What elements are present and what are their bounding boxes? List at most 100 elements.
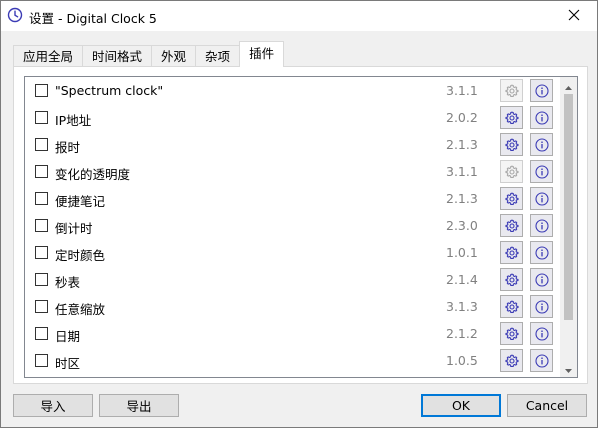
plugin-info-button[interactable] bbox=[530, 214, 553, 237]
plugin-settings-button[interactable] bbox=[500, 268, 523, 291]
plugin-row: 秒表 2.1.4 bbox=[25, 267, 561, 294]
plugin-info-button[interactable] bbox=[530, 79, 553, 102]
plugin-row: 日期 2.1.2 bbox=[25, 321, 561, 348]
plugin-info-button[interactable] bbox=[530, 322, 553, 345]
tab-plugins[interactable]: 插件 bbox=[239, 41, 285, 67]
plugin-info-button[interactable] bbox=[530, 349, 553, 372]
plugin-name: 倒计时 bbox=[55, 221, 93, 236]
scroll-up-button[interactable] bbox=[560, 77, 577, 94]
tab-time-format[interactable]: 时间格式 bbox=[82, 45, 153, 67]
plugin-settings-button[interactable] bbox=[500, 322, 523, 345]
plugin-info-button[interactable] bbox=[530, 160, 553, 183]
plugin-row: 倒计时 2.3.0 bbox=[25, 213, 561, 240]
info-icon bbox=[534, 245, 549, 260]
plugin-row: 报时 2.1.3 bbox=[25, 132, 561, 159]
plugin-version: 2.1.3 bbox=[446, 137, 478, 152]
plugin-row: IP地址 2.0.2 bbox=[25, 105, 561, 132]
plugin-version: 2.3.0 bbox=[446, 218, 478, 233]
plugin-name: 变化的透明度 bbox=[55, 167, 131, 182]
plugin-version: 2.1.4 bbox=[446, 272, 478, 287]
plugin-version: 2.0.2 bbox=[446, 110, 478, 125]
plugin-enable-checkbox[interactable] bbox=[35, 327, 48, 340]
info-icon bbox=[534, 218, 549, 233]
gear-icon bbox=[504, 165, 519, 179]
gear-icon bbox=[504, 354, 519, 368]
plugin-enable-checkbox[interactable] bbox=[35, 219, 48, 232]
arrow-up-icon bbox=[565, 79, 572, 93]
plugin-name: "Spectrum clock" bbox=[55, 83, 164, 98]
plugin-name: 时区 bbox=[55, 356, 81, 371]
tab-strip: 应用全局 时间格式 外观 杂项 插件 bbox=[13, 41, 285, 67]
gear-icon bbox=[504, 273, 519, 287]
info-icon bbox=[534, 137, 549, 152]
plugin-name: 日期 bbox=[55, 329, 81, 344]
plugin-settings-button[interactable] bbox=[500, 106, 523, 129]
plugin-name: 定时颜色 bbox=[55, 248, 106, 263]
plugin-settings-button[interactable] bbox=[500, 295, 523, 318]
plugin-name: 秒表 bbox=[55, 275, 81, 290]
gear-icon bbox=[504, 327, 519, 341]
plugin-version: 2.1.3 bbox=[446, 191, 478, 206]
tab-app-global[interactable]: 应用全局 bbox=[13, 45, 84, 67]
plugin-info-button[interactable] bbox=[530, 295, 553, 318]
ok-button[interactable]: OK bbox=[421, 394, 501, 417]
plugin-settings-button[interactable] bbox=[500, 241, 523, 264]
scroll-down-button[interactable] bbox=[560, 360, 577, 377]
gear-icon bbox=[504, 138, 519, 152]
info-icon bbox=[534, 110, 549, 125]
plugin-info-button[interactable] bbox=[530, 133, 553, 156]
close-button[interactable] bbox=[551, 1, 597, 31]
plugin-settings-button[interactable] bbox=[500, 349, 523, 372]
tab-misc[interactable]: 杂项 bbox=[195, 45, 241, 67]
plugin-version: 1.0.5 bbox=[446, 353, 478, 368]
plugin-enable-checkbox[interactable] bbox=[35, 111, 48, 124]
plugin-settings-button bbox=[500, 160, 523, 183]
settings-window: 设置 - Digital Clock 5 应用全局 时间格式 外观 杂项 插件 … bbox=[0, 0, 598, 428]
plugin-settings-button[interactable] bbox=[500, 187, 523, 210]
plugin-version: 2.1.2 bbox=[446, 326, 478, 341]
info-icon bbox=[534, 191, 549, 206]
plugin-enable-checkbox[interactable] bbox=[35, 192, 48, 205]
plugin-info-button[interactable] bbox=[530, 241, 553, 264]
info-icon bbox=[534, 353, 549, 368]
info-icon bbox=[534, 272, 549, 287]
plugin-enable-checkbox[interactable] bbox=[35, 84, 48, 97]
plugin-info-button[interactable] bbox=[530, 187, 553, 210]
plugin-enable-checkbox[interactable] bbox=[35, 138, 48, 151]
plugin-row: 变化的透明度 3.1.1 bbox=[25, 159, 561, 186]
plugin-settings-button bbox=[500, 79, 523, 102]
plugin-row: 时区 1.0.5 bbox=[25, 348, 561, 375]
plugin-enable-checkbox[interactable] bbox=[35, 246, 48, 259]
plugin-version: 3.1.1 bbox=[446, 164, 478, 179]
plugin-enable-checkbox[interactable] bbox=[35, 165, 48, 178]
plugin-enable-checkbox[interactable] bbox=[35, 300, 48, 313]
title-bar[interactable]: 设置 - Digital Clock 5 bbox=[1, 1, 597, 31]
arrow-down-icon bbox=[565, 362, 572, 376]
plugins-panel: "Spectrum clock" 3.1.1 IP地址 2.0.2 报时 2.1.3 变化的… bbox=[13, 66, 588, 384]
tab-appearance[interactable]: 外观 bbox=[151, 45, 197, 67]
info-icon bbox=[534, 164, 549, 179]
plugin-row: 便捷笔记 2.1.3 bbox=[25, 186, 561, 213]
plugin-name: 便捷笔记 bbox=[55, 194, 106, 209]
vertical-scrollbar[interactable] bbox=[560, 77, 577, 377]
scrollbar-thumb[interactable] bbox=[564, 94, 573, 320]
plugin-enable-checkbox[interactable] bbox=[35, 273, 48, 286]
plugin-version: 1.0.1 bbox=[446, 245, 478, 260]
plugin-version: 3.1.3 bbox=[446, 299, 478, 314]
gear-icon bbox=[504, 192, 519, 206]
cancel-button[interactable]: Cancel bbox=[507, 394, 587, 417]
plugin-settings-button[interactable] bbox=[500, 133, 523, 156]
plugin-row: 任意缩放 3.1.3 bbox=[25, 294, 561, 321]
plugin-row: "Spectrum clock" 3.1.1 bbox=[25, 78, 561, 105]
plugin-info-button[interactable] bbox=[530, 106, 553, 129]
plugin-info-button[interactable] bbox=[530, 268, 553, 291]
plugin-version: 3.1.1 bbox=[446, 83, 478, 98]
info-icon bbox=[534, 326, 549, 341]
plugin-settings-button[interactable] bbox=[500, 214, 523, 237]
window-title: 设置 - Digital Clock 5 bbox=[29, 11, 157, 26]
import-button[interactable]: 导入 bbox=[13, 394, 93, 417]
plugin-row: 定时颜色 1.0.1 bbox=[25, 240, 561, 267]
plugin-enable-checkbox[interactable] bbox=[35, 354, 48, 367]
export-button[interactable]: 导出 bbox=[99, 394, 179, 417]
plugin-list: "Spectrum clock" 3.1.1 IP地址 2.0.2 报时 2.1.3 变化的… bbox=[24, 76, 578, 378]
